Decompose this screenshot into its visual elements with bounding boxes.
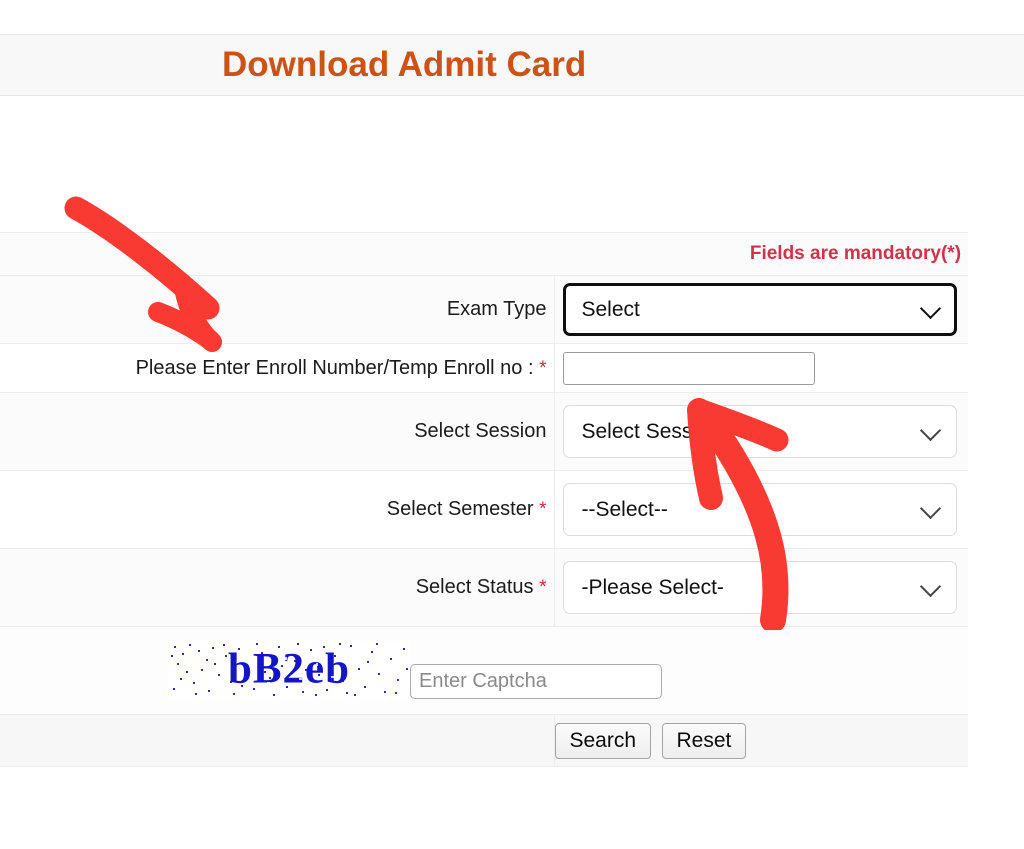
enroll-number-input[interactable] [562, 351, 815, 385]
label-session-text: Select Session [414, 420, 547, 442]
actions-spacer [0, 714, 555, 767]
form-row-actions: Search Reset [0, 714, 969, 767]
mandatory-note-row: Fields are mandatory(*) [0, 232, 969, 276]
status-select-value: -Please Select- [581, 576, 724, 599]
captcha-input[interactable] [410, 664, 662, 699]
label-exam-type: Exam Type [0, 275, 555, 344]
label-enroll-number: Please Enter Enroll Number/Temp Enroll n… [0, 343, 555, 393]
page-title: Download Admit Card [222, 45, 587, 84]
label-session: Select Session [0, 392, 555, 471]
reset-button[interactable]: Reset [661, 722, 747, 759]
actions-cell: Search Reset [554, 714, 969, 767]
session-select[interactable]: Select Session [562, 405, 957, 458]
captcha-group: bB2eb [168, 641, 662, 699]
field-cell-exam-type: Select [554, 275, 969, 344]
status-select[interactable]: -Please Select- [562, 561, 957, 614]
captcha-image: bB2eb [168, 641, 410, 699]
exam-type-select-value: Select [581, 298, 640, 321]
form-row-session: Select Session Select Session [0, 392, 969, 471]
semester-select[interactable]: --Select-- [562, 483, 957, 536]
mandatory-note: Fields are mandatory(*) [0, 232, 969, 276]
required-marker: * [539, 499, 547, 520]
captcha-text: bB2eb [227, 645, 351, 693]
chevron-down-icon [919, 497, 941, 519]
chevron-down-icon [919, 419, 941, 441]
required-marker: * [539, 357, 547, 379]
session-select-value: Select Session [581, 420, 721, 443]
page-header: Download Admit Card [0, 34, 1024, 96]
label-status: Select Status * [0, 548, 555, 627]
field-cell-session: Select Session [554, 392, 969, 471]
field-cell-status: -Please Select- [554, 548, 969, 627]
form-row-status: Select Status * -Please Select- [0, 548, 969, 627]
exam-type-select[interactable]: Select [562, 283, 957, 336]
page-root: Download Admit Card Fields are mandatory… [0, 0, 1024, 849]
field-cell-enroll-number [554, 343, 969, 393]
form-row-semester: Select Semester * --Select-- [0, 470, 969, 549]
admit-card-form-table: Fields are mandatory(*) Exam Type Select… [0, 232, 969, 767]
chevron-down-icon [919, 575, 941, 597]
field-cell-semester: --Select-- [554, 470, 969, 549]
form-row-exam-type: Exam Type Select [0, 275, 969, 344]
label-status-text: Select Status [415, 576, 534, 598]
label-semester-text: Select Semester [386, 498, 534, 520]
chevron-down-icon [919, 297, 941, 319]
label-enroll-number-text: Please Enter Enroll Number/Temp Enroll n… [135, 356, 534, 379]
search-button[interactable]: Search [554, 722, 652, 759]
captcha-cell: bB2eb [0, 626, 969, 715]
label-semester: Select Semester * [0, 470, 555, 549]
form-row-captcha: bB2eb [0, 626, 969, 715]
form-row-enroll-number: Please Enter Enroll Number/Temp Enroll n… [0, 343, 969, 393]
label-exam-type-text: Exam Type [446, 298, 547, 320]
semester-select-value: --Select-- [581, 498, 668, 521]
required-marker: * [539, 577, 547, 598]
